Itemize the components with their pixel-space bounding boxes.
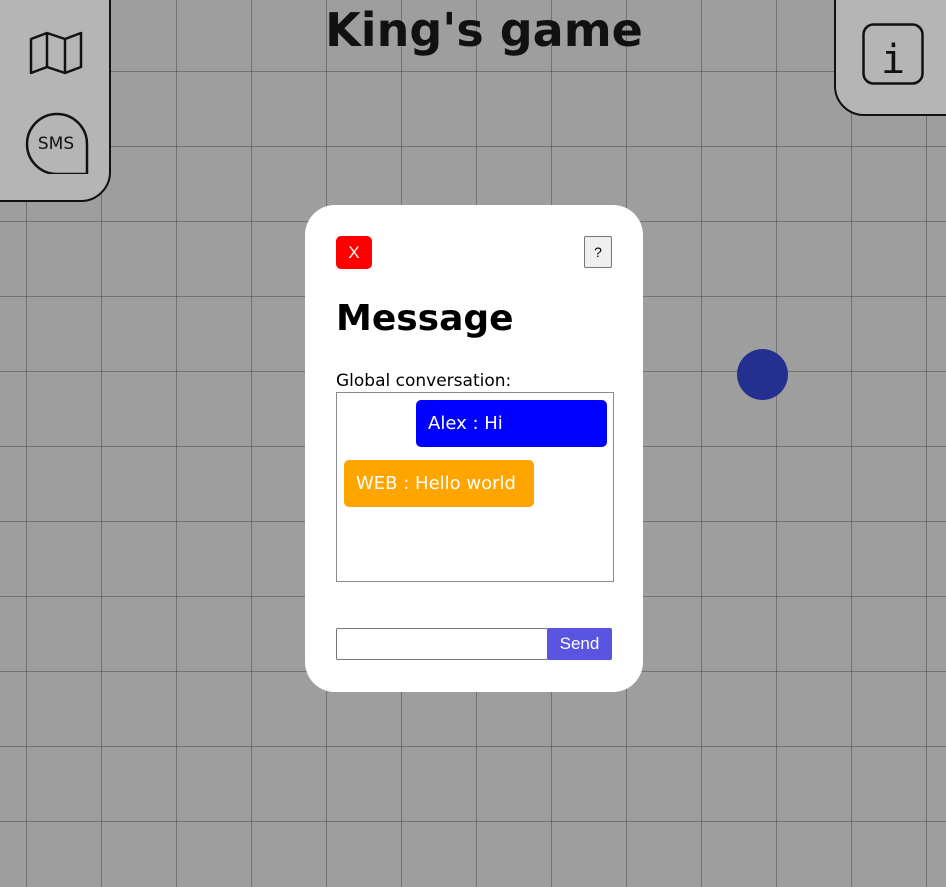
player-dot <box>737 349 788 400</box>
message-dialog: X ? Message Global conversation: Alex : … <box>305 205 643 692</box>
send-button[interactable]: Send <box>547 628 612 660</box>
map-button[interactable] <box>29 31 85 75</box>
help-button[interactable]: ? <box>584 236 612 268</box>
info-icon: i <box>862 23 924 85</box>
left-toolbar: SMS <box>0 0 111 202</box>
right-toolbar: i <box>834 0 946 116</box>
dialog-title: Message <box>336 298 514 339</box>
info-icon-glyph: i <box>881 37 905 83</box>
message-bubble-incoming: WEB : Hello world <box>344 460 534 507</box>
info-button[interactable]: i <box>862 23 924 85</box>
map-icon <box>29 31 83 75</box>
sms-icon-label: SMS <box>38 134 74 154</box>
game-canvas[interactable]: King's game SMS i X ? Message Global con… <box>0 0 946 887</box>
message-bubble-outgoing: Alex : Hi <box>416 400 607 447</box>
close-button[interactable]: X <box>336 236 372 269</box>
conversation-box[interactable]: Alex : Hi WEB : Hello world <box>336 392 614 582</box>
game-title: King's game <box>325 3 643 57</box>
conversation-label: Global conversation: <box>336 371 512 391</box>
sms-button[interactable]: SMS <box>25 112 89 176</box>
message-input[interactable] <box>336 628 548 660</box>
sms-icon: SMS <box>25 112 89 176</box>
